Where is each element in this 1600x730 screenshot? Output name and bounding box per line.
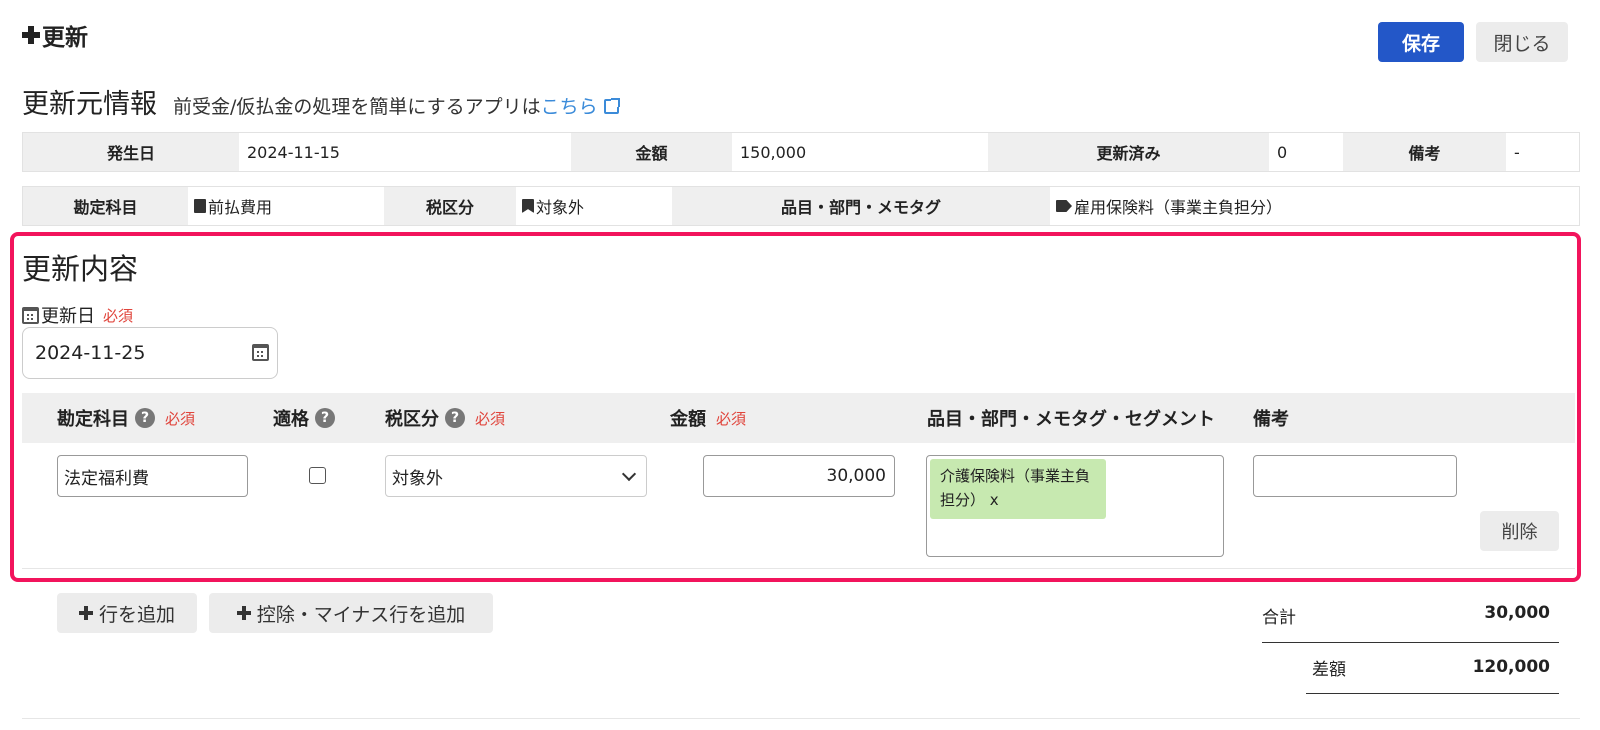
amount-value: 150,000	[732, 133, 988, 171]
amount-label: 金額	[571, 133, 732, 171]
source-subtitle-text: 前受金/仮払金の処理を簡単にするアプリは	[173, 96, 541, 118]
account-value: 前払費用	[208, 198, 273, 217]
total-divider	[1262, 642, 1559, 643]
col-qualified: 適格 ?	[273, 393, 335, 443]
diff-value: 120,000	[1472, 657, 1550, 677]
account-value-cell: 前払費用	[188, 187, 384, 225]
update-date-label: 更新日 必須	[22, 302, 133, 328]
source-info-row-2: 勘定科目 前払費用 税区分 対象外 品目・部門・メモタグ 雇用保険料（事業主負担…	[22, 186, 1580, 226]
required-badge: 必須	[165, 409, 196, 428]
col-tax: 税区分 ? 必須	[385, 393, 505, 443]
col-amount: 金額 必須	[670, 393, 746, 443]
updated-label: 更新済み	[988, 133, 1269, 171]
add-row-label: 行を追加	[98, 603, 175, 626]
col-qualified-text: 適格	[273, 409, 309, 430]
amount-input[interactable]	[703, 455, 895, 497]
update-date-input[interactable]	[22, 327, 278, 379]
tags-value: 雇用保険料（事業主負担分）	[1074, 198, 1283, 217]
help-icon[interactable]: ?	[445, 408, 465, 428]
close-button[interactable]: 閉じる	[1476, 22, 1568, 62]
tax-select[interactable]: 対象外	[385, 455, 647, 497]
calendar-icon	[22, 306, 39, 324]
total-value: 30,000	[1484, 603, 1550, 623]
source-info-row-1: 発生日 2024-11-15 金額 150,000 更新済み 0 備考 -	[22, 132, 1580, 172]
tag-icon	[1056, 200, 1072, 212]
memo-label: 備考	[1343, 133, 1506, 171]
diff-divider	[1306, 693, 1559, 694]
help-icon[interactable]: ?	[135, 408, 155, 428]
chevron-down-icon	[621, 466, 637, 482]
col-amount-text: 金額	[670, 409, 706, 430]
save-button[interactable]: 保存	[1378, 22, 1464, 62]
tax-label: 税区分	[384, 187, 516, 225]
account-label: 勘定科目	[23, 187, 188, 225]
update-date-label-text: 更新日	[41, 306, 95, 327]
book-icon	[194, 199, 206, 213]
source-subtitle: 前受金/仮払金の処理を簡単にするアプリはこちら	[173, 92, 620, 119]
external-link-icon[interactable]	[603, 98, 620, 114]
col-tags: 品目・部門・メモタグ・セグメント	[927, 409, 1215, 430]
total-label: 合計	[1262, 608, 1296, 628]
col-account-text: 勘定科目	[57, 409, 129, 430]
tax-select-value: 対象外	[392, 468, 443, 489]
add-row-button[interactable]: 行を追加	[57, 593, 197, 633]
tags-label: 品目・部門・メモタグ	[672, 187, 1050, 225]
edit-section-title: 更新内容	[22, 252, 139, 286]
tag-chip[interactable]: 介護保険料（事業主負担分） x	[930, 459, 1106, 519]
page-title: 更新	[22, 18, 88, 52]
date-picker-icon[interactable]	[252, 344, 269, 361]
source-title-text: 更新元情報	[22, 89, 157, 120]
page-title-text: 更新	[42, 25, 88, 51]
updated-value: 0	[1269, 133, 1343, 171]
account-input[interactable]	[57, 455, 248, 497]
date-label: 発生日	[23, 133, 239, 171]
plus-icon	[78, 606, 93, 620]
memo-value: -	[1506, 133, 1579, 171]
help-icon[interactable]: ?	[315, 408, 335, 428]
add-minus-row-button[interactable]: 控除・マイナス行を追加	[209, 593, 493, 633]
tags-value-cell: 雇用保険料（事業主負担分）	[1050, 187, 1579, 225]
plus-icon	[22, 26, 40, 44]
required-badge: 必須	[475, 409, 506, 428]
source-section-title: 更新元情報 前受金/仮払金の処理を簡単にするアプリはこちら	[22, 82, 620, 121]
col-memo: 備考	[1253, 409, 1289, 430]
bottom-divider	[22, 718, 1580, 719]
tax-value-cell: 対象外	[516, 187, 672, 225]
tax-value: 対象外	[536, 198, 585, 217]
required-badge: 必須	[103, 306, 134, 325]
diff-label: 差額	[1312, 660, 1346, 680]
row-divider	[22, 568, 1575, 569]
delete-row-button[interactable]: 削除	[1480, 511, 1559, 551]
col-account: 勘定科目 ? 必須	[57, 393, 195, 443]
add-minus-row-label: 控除・マイナス行を追加	[256, 603, 466, 626]
qualified-checkbox[interactable]	[309, 467, 326, 484]
bookmark-icon	[522, 199, 534, 213]
required-badge: 必須	[716, 409, 747, 428]
entry-grid-header: 勘定科目 ? 必須 適格 ? 税区分 ? 必須 金額 必須 品目・部門・メモタグ…	[22, 393, 1575, 443]
memo-input[interactable]	[1253, 455, 1457, 497]
date-value: 2024-11-15	[239, 133, 571, 171]
app-link[interactable]: こちら	[541, 96, 598, 118]
plus-icon	[236, 606, 251, 620]
col-tax-text: 税区分	[385, 409, 439, 430]
